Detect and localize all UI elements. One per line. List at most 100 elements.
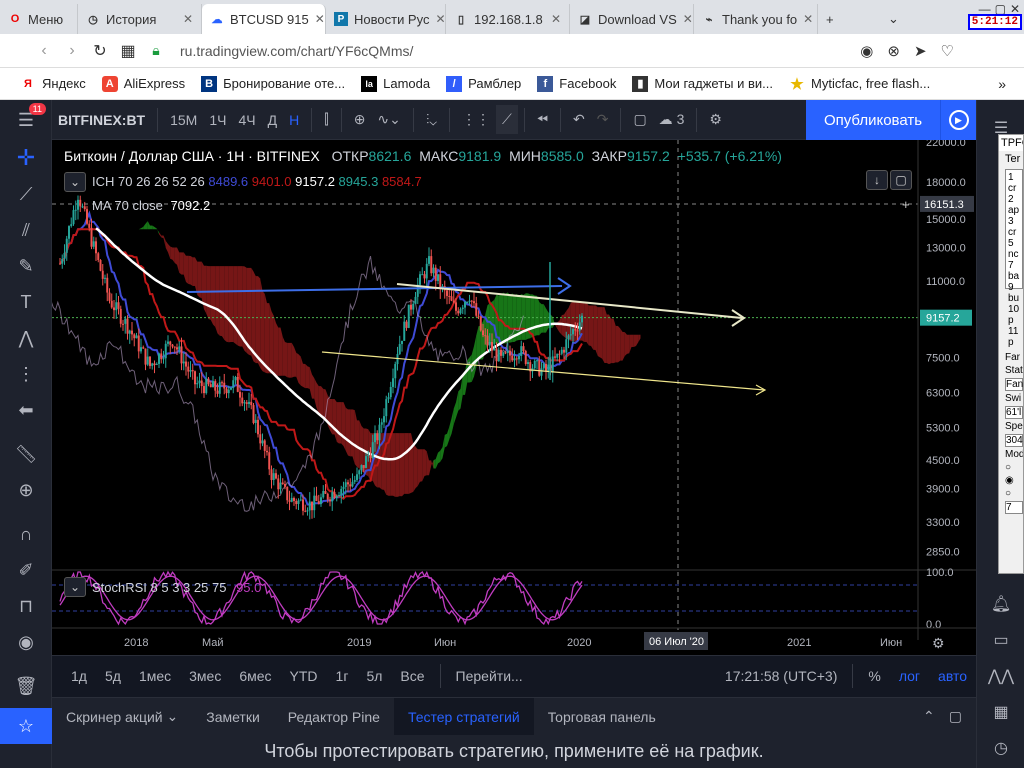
brush-tool[interactable]: ✎ [0,248,52,284]
popup-radio[interactable]: ○ [999,487,1023,500]
close-tab-icon[interactable]: ✕ [683,12,693,26]
scroll-down-button[interactable]: ↓ [866,170,888,190]
favorites-tool[interactable]: ☆ [0,708,52,744]
maximize-pane-button[interactable]: ▢ [890,170,912,190]
block-icon[interactable]: ⊗ [887,42,900,60]
tab-history[interactable]: ◷ История ✕ [78,4,202,34]
ideas-button[interactable]: ⋀⋀ [977,658,1024,694]
timezone-button[interactable]: 17:21:58 (UTC+3) [716,668,846,684]
bookmark-rambler[interactable]: / Рамблер [440,75,527,92]
undo-button[interactable]: ↶ [567,111,591,128]
popup-input[interactable]: 7 [1005,501,1023,514]
price-chart[interactable]: 22000.0 18000.0 15000.0 13000.0 11000.0 7500.… [52,140,976,655]
fullscreen-button[interactable]: ▢ [627,111,652,128]
calendar-button[interactable]: ▦ [977,694,1024,730]
close-tab-icon[interactable]: ✕ [803,12,813,26]
range-1y[interactable]: 1г [327,668,358,684]
interval-1d[interactable]: Д [262,112,283,128]
lock-draw-tool[interactable]: ✐ [0,552,52,588]
popup-input[interactable]: 304 [1005,434,1023,447]
popup-list-item[interactable]: 9 bu [1008,282,1020,304]
tab-trading-panel[interactable]: Торговая панель [534,698,670,736]
zoom-tool[interactable]: ⊕ [0,472,52,508]
range-1m[interactable]: 1мес [130,668,180,684]
text-tool[interactable]: T [0,284,52,320]
interval-1w[interactable]: Н [283,112,305,128]
compare-button[interactable]: ⊕ [348,111,372,128]
chart-type-button[interactable]: ⫿ [318,111,334,128]
range-5y[interactable]: 5л [357,668,391,684]
popup-list-item[interactable]: 2 ap [1008,194,1020,216]
delete-tool[interactable]: 🗑︎ [0,668,52,704]
bookmark-myticfac[interactable]: ★ Myticfac, free flash... [783,76,936,93]
bookmark-lamoda[interactable]: la Lamoda [355,75,436,92]
drag-handle[interactable]: ⋮⋮ [456,111,496,128]
tab-tradingview[interactable]: ☁ BTCUSD 915 ✕ [202,4,326,34]
back-icon[interactable]: ‹ [30,42,58,60]
hide-tool[interactable]: ◉ [0,624,52,660]
tab-menu[interactable]: O Меню [0,4,78,34]
magnet-tool[interactable]: ∩ [0,516,52,552]
camera-icon[interactable]: ◉ [860,42,873,60]
ruler-tool[interactable]: 📏︎ [0,436,52,472]
tab-menu-button[interactable]: ⌄ [880,4,910,34]
bookmark-facebook[interactable]: f Facebook [531,75,622,92]
new-tab-button[interactable]: + [818,4,848,34]
log-toggle[interactable]: лог [890,668,929,684]
popup-radio[interactable]: ◉ [999,474,1023,487]
collapse-legend-button[interactable]: ⌄ [64,172,86,192]
symbol-search[interactable]: BITFINEX:BT [52,112,151,128]
popup-input[interactable]: 61'l [1005,406,1023,419]
popup-list-item[interactable]: 3 cr [1008,216,1020,238]
tab-notes[interactable]: Заметки [192,698,274,736]
close-tab-icon[interactable]: ✕ [435,12,445,26]
collapse-stoch-button[interactable]: ⌄ [64,577,86,597]
collapse-panel-icon[interactable]: ⌃ [923,708,935,725]
tab-thankyou[interactable]: ⌁ Thank you fo ✕ [694,4,818,34]
range-6m[interactable]: 6мес [230,668,280,684]
popup-input[interactable]: Fan [1005,378,1023,391]
stochrsi-legend[interactable]: StochRSI 8 5 3 3 25 75 95.0 [92,580,261,595]
forward-icon[interactable]: › [58,42,86,60]
pattern-tool[interactable]: ⋀ [0,320,52,356]
back-arrow-tool[interactable]: ⬅ [0,392,52,428]
bookmark-aliexpress[interactable]: A AliExpress [96,75,191,92]
popup-list-item[interactable]: 5 nc [1008,238,1020,260]
chat-button[interactable]: ▭ [977,622,1024,658]
trendline-tool[interactable]: ⟋ [0,176,52,212]
interval-1h[interactable]: 1Ч [203,112,232,128]
reload-icon[interactable]: ↻ [86,41,114,61]
tab-pine-editor[interactable]: Редактор Pine [274,698,394,736]
send-icon[interactable]: ➤ [914,42,927,60]
time-button[interactable]: ◷ [977,730,1024,766]
crosshair-tool[interactable]: ✛ [0,140,52,176]
close-tab-icon[interactable]: ✕ [551,12,561,26]
range-5d[interactable]: 5д [96,668,130,684]
close-tab-icon[interactable]: ✕ [183,12,193,26]
interval-15m[interactable]: 15М [164,112,203,128]
bookmark-yandex[interactable]: Я Яндекс [14,76,92,92]
ichimoku-legend[interactable]: ICH 70 26 26 52 26 8489.6 9401.0 9157.2 … [92,174,422,189]
more-bookmarks-icon[interactable]: » [998,76,1006,92]
range-ytd[interactable]: YTD [281,668,327,684]
publish-button[interactable]: Опубликовать [806,100,940,140]
lock-all-tool[interactable]: ⊓ [0,588,52,624]
popup-list[interactable]: 1 cr 2 ap 3 cr 5 nc 7 ba 9 bu 10 p 11 p [1005,169,1023,348]
tab-router[interactable]: ▯ 192.168.1.8 ✕ [446,4,570,34]
bookmark-booking[interactable]: B Бронирование оте... [195,75,351,92]
range-all[interactable]: Все [391,668,433,684]
percent-toggle[interactable]: % [859,668,889,684]
interval-4h[interactable]: 4Ч [232,112,261,128]
url-field[interactable]: ru.tradingview.com/chart/YF6cQMms/ [180,43,413,59]
prediction-tool[interactable]: ⋮ [0,356,52,392]
speed-dial-icon[interactable]: ▦ [114,41,142,61]
close-tab-icon[interactable]: ✕ [315,12,325,26]
pitchfork-tool[interactable]: ⫽ [0,212,52,248]
tab-strategy-tester[interactable]: Тестер стратегий [393,697,534,736]
tab-news[interactable]: P Новости Рус ✕ [326,4,446,34]
range-1d[interactable]: 1д [62,668,96,684]
replay-back-button[interactable]: ⏪︎ [531,111,554,128]
popup-radio[interactable]: ○ [999,461,1023,474]
popup-list-item[interactable]: 1 cr [1008,172,1020,194]
tab-screener[interactable]: Скринер акций ⌄ [52,698,192,736]
